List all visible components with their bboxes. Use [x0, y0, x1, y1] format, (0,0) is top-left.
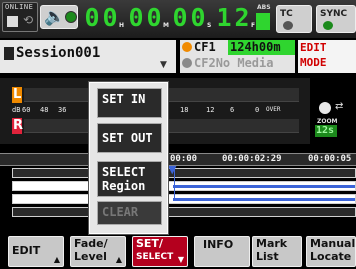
level-label: Level [74, 250, 107, 263]
zoom-value: 12s [315, 125, 337, 137]
cf1-lamp [182, 42, 192, 52]
online-label: ONLINE [5, 3, 34, 11]
counter-digit: 0 [84, 3, 100, 32]
chevron-down-icon: ▼ [160, 60, 167, 70]
counter-digit: 0 [146, 3, 162, 32]
scale-tick: 6 [230, 106, 235, 114]
triangle-up-icon: ▲ [53, 255, 60, 264]
ruler-timecode: 00:00:02:29 [222, 154, 282, 164]
mark-label: Mark [256, 237, 288, 250]
arrow-icon: ⇄ [335, 101, 344, 112]
manual-label: Manual [310, 237, 356, 250]
set-out-button[interactable]: SET OUT [97, 123, 162, 153]
set-select-button[interactable]: SET/ SELECT ▼ [132, 236, 188, 267]
zoom-control[interactable]: ⇄ ZOOM 12s [312, 100, 356, 144]
edit-mode-line2: MODE [300, 56, 327, 69]
monitor-button[interactable]: 🔈 [40, 5, 78, 29]
cf1-remaining: 124h00m [228, 40, 295, 55]
zoom-label: ZOOM [317, 118, 338, 125]
tc-lamp [283, 21, 293, 30]
scale-tick: 18 [180, 106, 189, 114]
list-label: List [256, 250, 279, 263]
select-region-line2: Region [102, 179, 146, 193]
track-lane[interactable] [12, 194, 356, 204]
cf2-status: CF2No Media [194, 56, 273, 70]
cf2-lamp [182, 58, 192, 68]
fade-level-button[interactable]: Fade/ Level ▲ [70, 236, 126, 267]
counter-digit: 0 [190, 3, 206, 32]
sync-button[interactable]: SYNC [316, 5, 356, 33]
sync-button-label: SYNC [320, 9, 348, 19]
select-label: SELECT [136, 252, 174, 262]
info-button[interactable]: INFO [194, 236, 250, 267]
abs-label: ABS [257, 4, 271, 11]
channel-l-label: L [12, 87, 22, 103]
cf1-label: CF1 [194, 40, 216, 54]
track-clip [173, 198, 355, 201]
session-name: Session001 [16, 45, 101, 61]
tc-button-label: TC [280, 9, 293, 19]
select-region-button[interactable]: SELECT Region [97, 161, 162, 197]
triangle-down-icon: ▼ [177, 255, 184, 264]
set-label: SET/ [136, 237, 163, 250]
manual-locate-button[interactable]: Manual Locate [306, 236, 356, 267]
counter-unit-minutes: M [163, 22, 169, 29]
edit-button-label: EDIT [12, 244, 41, 257]
counter-unit-frames: F [251, 22, 256, 29]
cf2-status-text: No Media [215, 56, 274, 70]
counter-digit: 1 [216, 3, 232, 32]
edit-button[interactable]: EDIT ▲ [8, 236, 64, 267]
clear-button[interactable]: CLEAR [97, 201, 162, 225]
cf2-label: CF2 [194, 56, 216, 70]
repeat-icon: ⟲ [23, 13, 34, 27]
info-label: INFO [203, 238, 234, 251]
select-region-line1: SELECT [102, 165, 146, 179]
sync-lamp [323, 21, 333, 30]
edit-mode-indicator: EDIT MODE [298, 40, 356, 73]
scale-tick: 12 [206, 106, 215, 114]
fade-label: Fade/ [74, 237, 108, 250]
counter-digit: 0 [128, 3, 144, 32]
scale-tick: 36 [58, 106, 67, 114]
tc-button[interactable]: TC [276, 5, 312, 33]
counter-unit-seconds: S [207, 22, 212, 29]
set-out-label: SET OUT [102, 131, 153, 145]
counter-unit-hours: H [119, 22, 125, 29]
scale-over: OVER [266, 106, 281, 113]
playhead-marker-icon[interactable]: ▼ [168, 163, 176, 176]
counter-digit: 2 [234, 3, 250, 32]
triangle-up-icon: ▲ [115, 255, 122, 264]
mark-list-button[interactable]: Mark List [252, 236, 302, 267]
track-lane[interactable] [12, 207, 356, 217]
track-lane[interactable] [12, 168, 356, 178]
zoom-knob-icon [319, 102, 331, 114]
online-indicator: ONLINE ⟲ [2, 2, 38, 32]
speaker-icon: 🔈 [44, 7, 66, 27]
frame-icon [256, 13, 270, 30]
edit-mode-line1: EDIT [300, 41, 327, 54]
ruler-timecode: 00:00:05 [308, 154, 352, 164]
set-in-button[interactable]: SET IN [97, 88, 162, 118]
monitor-lamp [65, 11, 77, 23]
scale-db-label: dB [12, 106, 21, 114]
scale-tick: 48 [40, 106, 49, 114]
counter-digit: 0 [102, 3, 118, 32]
track-clip [173, 185, 355, 188]
locate-label: Locate [310, 250, 352, 263]
scale-tick: 0 [255, 106, 260, 114]
set-select-popup: SET IN SET OUT SELECT Region CLEAR [89, 82, 168, 234]
counter-digit: 0 [172, 3, 188, 32]
channel-r-label: R [12, 118, 24, 134]
track-lane[interactable] [12, 181, 356, 191]
document-icon [4, 47, 14, 60]
scale-tick: 60 [22, 106, 31, 114]
stop-icon [7, 16, 18, 27]
